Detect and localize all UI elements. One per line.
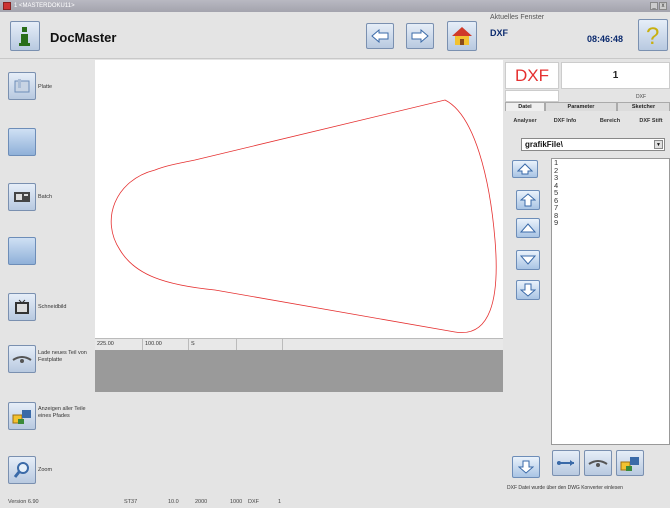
subtab-analyser[interactable]: Analyser [505, 117, 545, 126]
subtab-bereich[interactable]: Bereich [590, 117, 630, 126]
arrow-left-icon [371, 29, 389, 43]
part-contour [110, 99, 497, 333]
arrow-top-icon [517, 163, 533, 175]
folder-select[interactable]: grafikFile\ ▼ [521, 138, 665, 151]
coordinate-status-bar: 225.00 100.00 S [95, 338, 503, 351]
scroll-top-button[interactable] [512, 160, 538, 178]
tab-sketcher[interactable]: Sketcher [617, 102, 670, 111]
info-icon [19, 27, 30, 46]
footer-width: 2000 [195, 499, 208, 505]
folder-select-value: grafikFile\ [525, 140, 563, 149]
subtab-dxf-stift[interactable]: DXF Stift [632, 117, 670, 126]
file-list[interactable]: 1 2 3 4 5 6 7 8 9 [551, 158, 670, 445]
folder-parts-icon [620, 457, 639, 471]
list-item[interactable]: 2 [552, 166, 669, 175]
mini-label: DXF [636, 94, 646, 100]
sidebar-blank-button-2[interactable] [8, 237, 36, 265]
page-number: 1 [561, 62, 670, 89]
list-item[interactable]: 3 [552, 174, 669, 182]
footer-thickness: 10.0 [168, 499, 179, 505]
triangle-down-icon [520, 255, 536, 265]
dxf-label: DXF [505, 62, 559, 89]
disk-icon [588, 460, 608, 467]
tab-parameter[interactable]: Parameter [545, 102, 617, 111]
chevron-down-icon[interactable]: ▼ [654, 140, 663, 149]
sidebar-item-label: Batch [38, 194, 53, 200]
sidebar-item-label: Schneidbild [38, 304, 67, 310]
page-down-icon [520, 283, 536, 297]
back-button[interactable] [366, 23, 394, 49]
help-button[interactable]: ? [638, 19, 668, 51]
sidebar-item-load-part[interactable] [8, 345, 36, 373]
status-message: DXF Datei wurde über den DWG Konverter e… [507, 485, 623, 491]
title-bar: 1 <MASTERDOKU11> _ x [0, 0, 670, 12]
home-button[interactable] [447, 21, 477, 51]
list-item[interactable]: 9 [552, 219, 669, 227]
forward-button[interactable] [406, 23, 434, 49]
minimize-button[interactable]: _ [650, 2, 658, 10]
cutting-icon [15, 299, 29, 314]
folder-parts-icon [12, 410, 31, 424]
sidebar-item-zoom[interactable] [8, 456, 36, 484]
list-item[interactable]: 1 [552, 159, 669, 167]
load-disk-icon [12, 356, 32, 363]
sidebar-item-label: Zoom [38, 467, 53, 473]
svg-text:?: ? [646, 23, 659, 48]
footer-material: ST37 [124, 499, 138, 505]
load-from-disk-button[interactable] [584, 450, 612, 476]
mini-input[interactable] [505, 90, 559, 102]
line-up-button[interactable] [516, 218, 540, 238]
current-window-label: Aktuelles Fenster [490, 14, 545, 21]
list-item[interactable]: 8 [552, 211, 669, 220]
sidebar-item-schneidbild[interactable] [8, 293, 36, 321]
subtab-dxf-info[interactable]: DXF Info [545, 117, 585, 126]
page-up-button[interactable] [516, 190, 540, 210]
close-button[interactable]: x [659, 2, 667, 10]
footer-format: DXF [248, 499, 259, 505]
zoom-icon [13, 462, 29, 478]
version-label: Version 6.90 [8, 499, 39, 505]
sidebar-item-batch[interactable] [8, 183, 36, 211]
arrow-bottom-icon [518, 460, 534, 474]
list-item[interactable]: 7 [552, 204, 669, 212]
sidebar-item-platte[interactable] [8, 72, 36, 100]
plate-icon [14, 79, 30, 93]
home-icon [452, 27, 472, 45]
toolbar-divider [0, 58, 670, 59]
sidebar-item-show-all-parts[interactable] [8, 402, 36, 430]
show-parts-button[interactable] [616, 450, 644, 476]
triangle-up-icon [520, 223, 536, 233]
list-item[interactable]: 5 [552, 189, 669, 197]
sidebar-item-label: Platte [38, 84, 53, 90]
footer-height: 1000 [230, 499, 243, 505]
drawing-canvas[interactable] [95, 60, 503, 338]
sidebar-blank-button-1[interactable] [8, 128, 36, 156]
usb-button[interactable] [552, 450, 580, 476]
batch-icon [14, 192, 30, 202]
current-window-value: DXF [490, 28, 508, 38]
info-panel [95, 350, 503, 392]
arrow-right-icon [411, 29, 429, 43]
app-icon [3, 2, 11, 10]
sidebar-item-label: Anzeigen aller Teile eines Pfades [38, 406, 86, 419]
info-button[interactable] [10, 21, 40, 51]
window-controls: _ x [650, 2, 667, 10]
window-title: 1 <MASTERDOKU11> [14, 3, 75, 9]
sidebar-item-label: Lade neues Teil von Festplatte [38, 350, 87, 363]
footer-count: 1 [278, 499, 282, 505]
list-item[interactable]: 6 [552, 196, 669, 205]
dxf-part-outline [110, 99, 497, 333]
scroll-bottom-button[interactable] [512, 456, 540, 478]
line-down-button[interactable] [516, 250, 540, 270]
page-up-icon [520, 193, 536, 207]
clock: 08:46:48 [587, 34, 624, 44]
page-down-button[interactable] [516, 280, 540, 300]
app-name: DocMaster [50, 30, 117, 45]
list-item[interactable]: 4 [552, 181, 669, 190]
tab-datei[interactable]: Datei [505, 102, 545, 111]
help-icon: ? [646, 23, 659, 48]
usb-icon [557, 460, 574, 466]
